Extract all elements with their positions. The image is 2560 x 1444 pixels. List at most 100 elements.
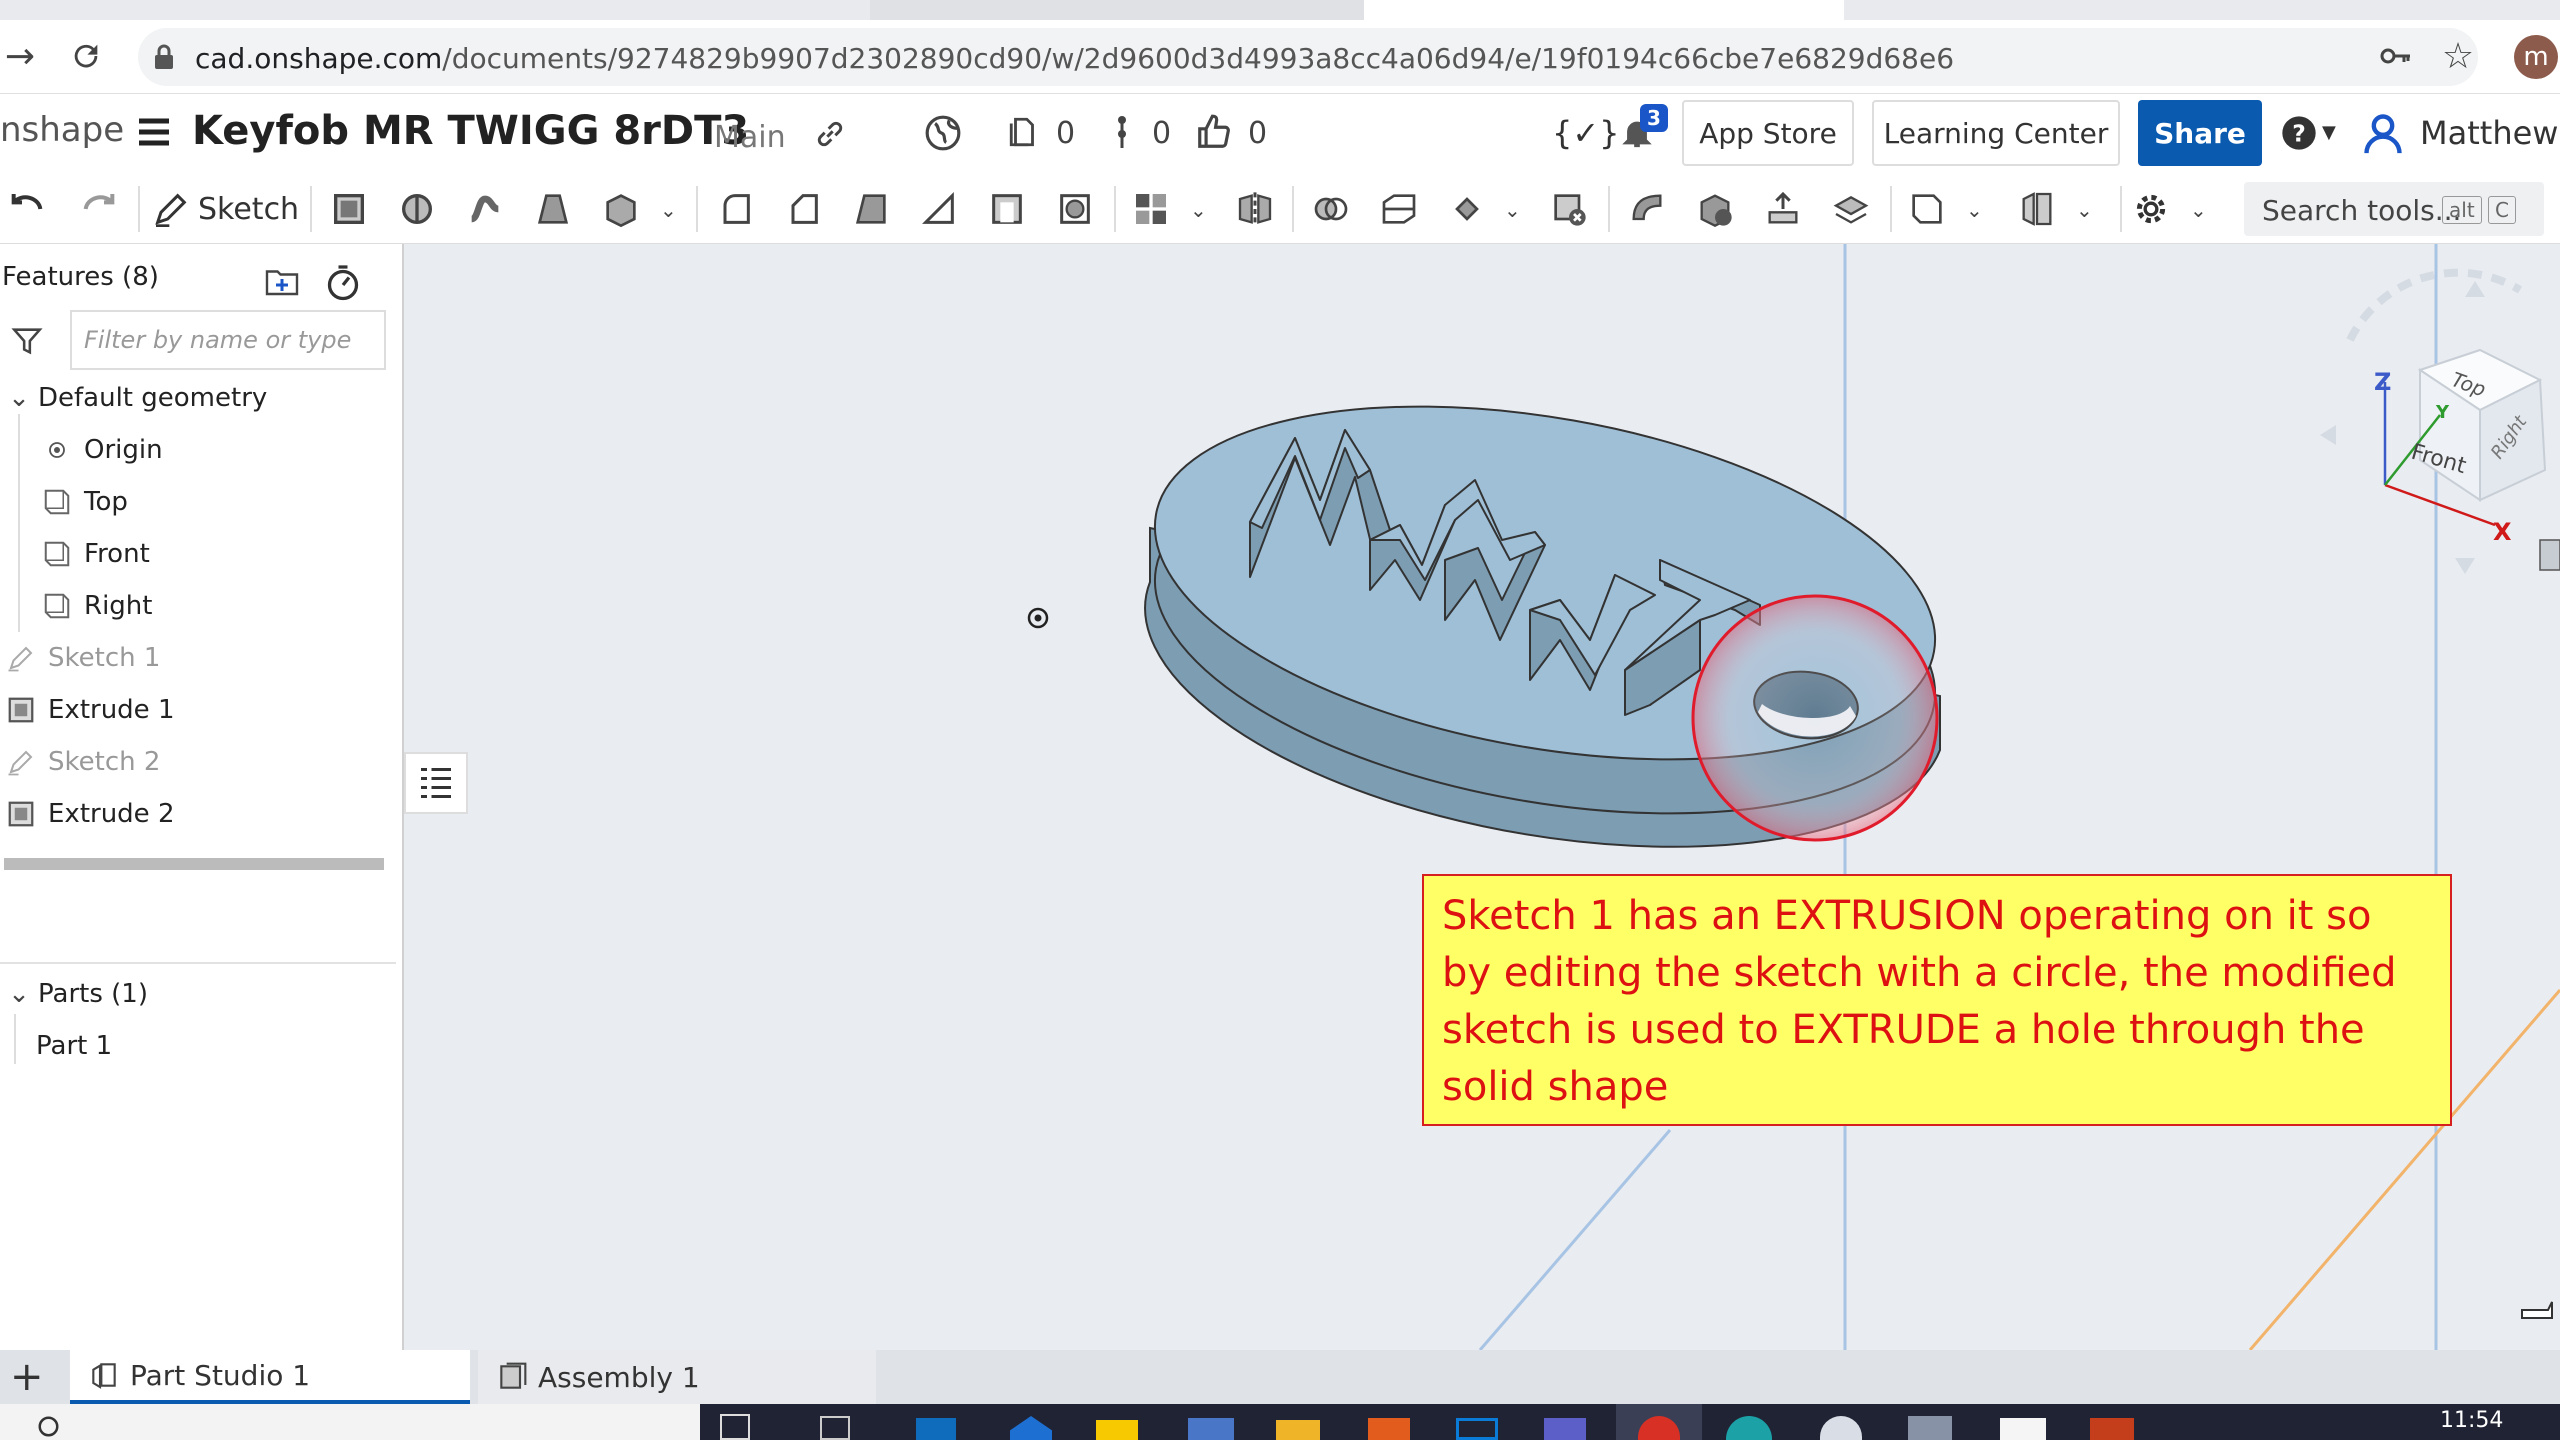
lock-icon[interactable] [150,42,178,72]
thicken-icon[interactable] [598,186,644,232]
add-tab-icon[interactable]: + [0,1350,52,1404]
app-store-button[interactable]: App Store [1682,100,1854,166]
feature-item-extrude2[interactable]: Extrude 2 [4,788,174,840]
file-explorer-icon[interactable] [1276,1420,1320,1440]
taskbar-search-box[interactable] [0,1404,700,1440]
help-chevron-icon[interactable]: ▼ [2322,122,2336,143]
tab-part-studio[interactable]: Part Studio 1 [70,1350,470,1404]
default-geometry-group[interactable]: ⌄ Default geometry [0,372,267,424]
gear-icon[interactable] [2128,186,2174,232]
undo-icon[interactable] [4,186,50,232]
star-icon[interactable]: ☆ [2436,34,2480,78]
taskbar-app-icon[interactable] [1908,1416,1952,1440]
taskbar-app-icon[interactable] [1820,1416,1862,1440]
chamfer-icon[interactable] [780,186,826,232]
mirror-icon[interactable] [1232,186,1278,232]
like-icon[interactable] [1192,110,1236,154]
featurescript-icon[interactable]: {✓} [1552,114,1620,152]
mate-connector-icon[interactable] [2014,186,2060,232]
browser-tab[interactable] [0,0,870,20]
chevron-down-icon[interactable]: ⌄ [2190,198,2207,222]
taskbar-app-icon[interactable] [1456,1418,1498,1440]
browser-tab[interactable] [1844,0,2560,20]
chevron-down-icon[interactable]: ⌄ [0,383,38,413]
shell-icon[interactable] [984,186,1030,232]
taskbar-clock[interactable]: 11:54 [2440,1408,2503,1433]
hole-icon[interactable] [1052,186,1098,232]
powerpoint-icon[interactable] [2090,1418,2134,1440]
extrude-icon[interactable] [326,186,372,232]
parts-group[interactable]: ⌄ Parts (1) [0,968,148,1020]
delete-face-icon[interactable] [1692,186,1738,232]
view-cube[interactable]: Z X Y Top Front Right [2320,268,2560,574]
help-icon[interactable]: ? [2276,112,2322,154]
sticky-notes-icon[interactable] [1096,1420,1138,1440]
user-avatar-icon[interactable] [2360,110,2406,156]
forward-icon[interactable]: → [0,36,40,77]
chevron-down-icon[interactable]: ⌄ [1190,198,1207,222]
sketch-label[interactable]: Sketch [198,192,299,227]
split-icon[interactable] [1376,186,1422,232]
fillet-icon[interactable] [712,186,758,232]
revolve-icon[interactable] [394,186,440,232]
filter-input[interactable]: Filter by name or type [70,310,386,370]
filter-icon[interactable] [10,322,44,360]
taskbar-app-icon[interactable] [1368,1418,1410,1440]
feature-item-origin[interactable]: Origin [40,424,163,476]
feature-item-extrude1[interactable]: Extrude 1 [4,684,174,736]
taskbar-app-icon[interactable] [1010,1416,1052,1440]
feature-item-right[interactable]: Right [40,580,152,632]
versions-icon[interactable] [1004,112,1044,152]
modify-fillet-icon[interactable] [1624,186,1670,232]
document-title[interactable]: Keyfob MR TWIGG 8rDT3 [192,108,749,154]
chevron-down-icon[interactable]: ⌄ [2076,198,2093,222]
taskbar-app-icon[interactable] [820,1416,850,1440]
delete-part-icon[interactable] [1546,186,1592,232]
chevron-down-icon[interactable]: ⌄ [0,979,38,1009]
feature-item-front[interactable]: Front [40,528,150,580]
learning-center-button[interactable]: Learning Center [1872,100,2120,166]
redo-icon[interactable] [76,186,122,232]
user-name[interactable]: Matthew Tw [2420,114,2560,152]
move-face-icon[interactable] [1760,186,1806,232]
loft-icon[interactable] [530,186,576,232]
transform-icon[interactable] [1444,186,1490,232]
menu-icon[interactable] [132,110,176,154]
branch-label[interactable]: Main [714,120,786,155]
chevron-down-icon[interactable]: ⌄ [1966,198,1983,222]
taskview-icon[interactable] [720,1414,750,1440]
view-cube-arrow-up[interactable] [2465,281,2485,297]
taskbar-app-icon[interactable] [1188,1418,1234,1440]
edge-icon[interactable] [1726,1416,1772,1440]
search-tools-field[interactable]: Search tools... alt C [2244,182,2544,236]
sweep-icon[interactable] [462,186,508,232]
chrome-icon[interactable] [1616,1404,1702,1440]
tab-assembly[interactable]: Assembly 1 [478,1350,876,1404]
plane-icon[interactable] [1904,186,1950,232]
pattern-icon[interactable] [1128,186,1174,232]
feature-item-sketch2[interactable]: Sketch 2 [4,736,160,788]
browser-tab-active[interactable] [1364,0,1844,20]
boolean-icon[interactable] [1308,186,1354,232]
globe-icon[interactable] [920,110,966,156]
replace-face-icon[interactable] [1828,186,1874,232]
reload-icon[interactable] [64,34,108,78]
chevron-down-icon[interactable]: ⌄ [1504,198,1521,222]
rib-icon[interactable] [916,186,962,232]
rollback-timer-icon[interactable] [322,260,364,304]
outlook-icon[interactable] [916,1418,956,1440]
viewport-canvas[interactable]: Z X Y Top Front Right [404,244,2560,1350]
part-item[interactable]: Part 1 [36,1020,112,1072]
branches-icon[interactable] [1104,112,1140,152]
key-icon[interactable] [2376,36,2416,76]
measure-tool-icon[interactable] [2521,1301,2553,1319]
view-cube-home-icon[interactable] [2539,539,2560,571]
collapse-panel-icon[interactable] [404,752,468,814]
profile-avatar[interactable]: m [2514,35,2558,79]
onshape-logo[interactable]: nshape [0,110,124,150]
feature-item-top[interactable]: Top [40,476,128,528]
feature-item-sketch1[interactable]: Sketch 1 [4,632,160,684]
taskbar-app-icon[interactable] [2000,1418,2046,1440]
sketch-icon[interactable] [148,186,194,232]
view-cube-arrow-down[interactable] [2455,558,2475,574]
